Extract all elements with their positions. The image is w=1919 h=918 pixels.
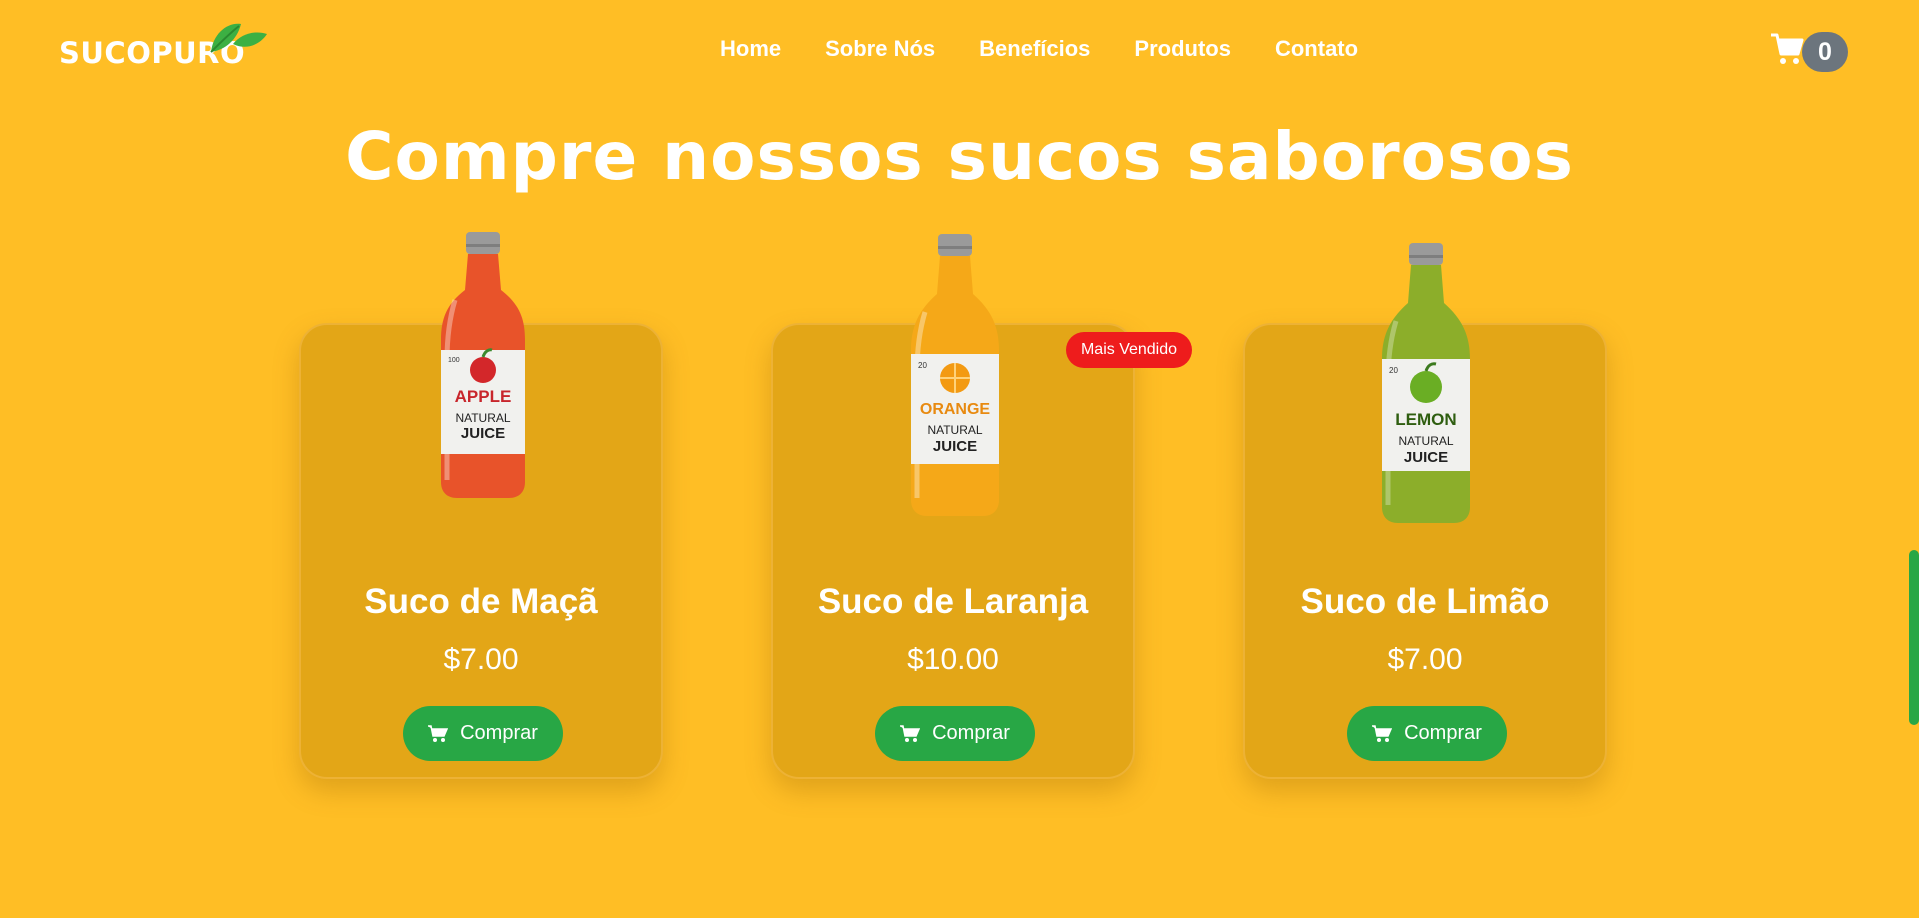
label-brand: ORANGE bbox=[920, 401, 991, 418]
buy-button-label: Comprar bbox=[932, 722, 1010, 744]
navbar: SUCOPURO Home Sobre Nós Benefícios Produ… bbox=[0, 0, 1919, 100]
label-brand: LEMON bbox=[1395, 410, 1456, 429]
product-price: $10.00 bbox=[907, 643, 999, 676]
cart-icon bbox=[900, 724, 921, 742]
buy-button[interactable]: Comprar bbox=[403, 706, 563, 761]
label-line2: JUICE bbox=[933, 438, 977, 455]
buy-button-label: Comprar bbox=[460, 722, 538, 744]
product-name: Suco de Limão bbox=[1300, 582, 1550, 621]
leaf-icon bbox=[210, 23, 267, 53]
nav-link-produtos[interactable]: Produtos bbox=[1134, 36, 1231, 62]
scrollbar-thumb[interactable] bbox=[1909, 550, 1919, 725]
best-seller-badge: Mais Vendido bbox=[1066, 332, 1192, 368]
label-line1: NATURAL bbox=[1398, 434, 1453, 448]
label-line2: JUICE bbox=[461, 425, 505, 442]
cart-icon bbox=[1771, 33, 1804, 64]
nav-menu: Home Sobre Nós Benefícios Produtos Conta… bbox=[720, 36, 1402, 62]
label-line2: JUICE bbox=[1404, 449, 1448, 466]
buy-button-label: Comprar bbox=[1404, 722, 1482, 744]
buy-button[interactable]: Comprar bbox=[875, 706, 1035, 761]
apple-juice-bottle-image: 100 APPLE NATURAL JUICE bbox=[441, 232, 525, 498]
label-volume: 20 bbox=[1389, 366, 1398, 375]
lemon-juice-bottle-image: 20 LEMON NATURAL JUICE bbox=[1382, 243, 1470, 523]
orange-juice-bottle-image: 20 ORANGE NATURAL JUICE bbox=[911, 234, 999, 516]
section-title: Compre nossos sucos saborosos bbox=[345, 118, 1574, 195]
nav-link-beneficios[interactable]: Benefícios bbox=[979, 36, 1090, 62]
nav-link-home[interactable]: Home bbox=[720, 36, 781, 62]
logo[interactable]: SUCOPURO bbox=[59, 18, 267, 72]
product-name: Suco de Laranja bbox=[817, 582, 1089, 621]
product-name: Suco de Maçã bbox=[364, 582, 598, 621]
label-line1: NATURAL bbox=[927, 423, 982, 437]
nav-link-sobre-nos[interactable]: Sobre Nós bbox=[825, 36, 935, 62]
product-price: $7.00 bbox=[443, 643, 519, 676]
cart-icon bbox=[428, 724, 449, 742]
cart-icon bbox=[1372, 724, 1393, 742]
label-volume: 100 bbox=[448, 357, 460, 364]
label-volume: 20 bbox=[918, 361, 927, 370]
label-line1: NATURAL bbox=[455, 411, 510, 425]
product-price: $7.00 bbox=[1387, 643, 1463, 676]
cart-button[interactable]: 0 bbox=[1770, 32, 1850, 74]
buy-button[interactable]: Comprar bbox=[1347, 706, 1507, 761]
nav-link-contato[interactable]: Contato bbox=[1275, 36, 1358, 62]
label-brand: APPLE bbox=[455, 387, 512, 406]
cart-count-badge: 0 bbox=[1802, 32, 1848, 72]
